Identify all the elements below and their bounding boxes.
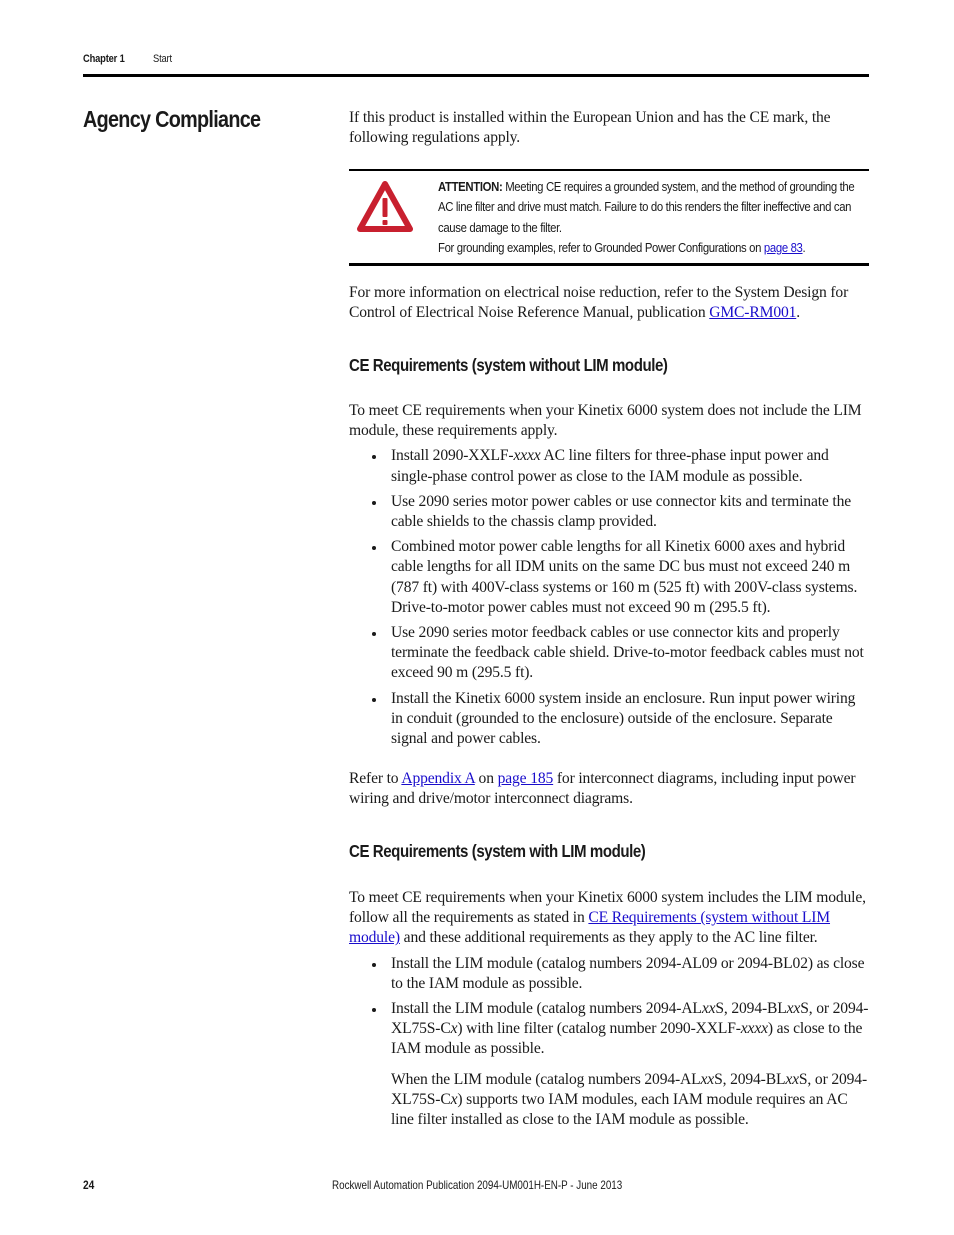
- warning-triangle-icon: [357, 181, 413, 232]
- lim-note-paragraph: When the LIM module (catalog numbers 209…: [391, 1070, 867, 1129]
- list-item: Install 2090-XXLF-xxxx AC line filters f…: [349, 446, 869, 486]
- page-number: 24: [83, 1178, 95, 1192]
- list-item: Use 2090 series motor feedback cables or…: [349, 623, 869, 684]
- section-heading-with-lim: CE Requirements (system with LIM module): [349, 841, 646, 861]
- noise-paragraph: For more information on electrical noise…: [349, 284, 849, 322]
- list-item: Use 2090 series motor power cables or us…: [349, 492, 869, 532]
- list-item: Install the LIM module (catalog numbers …: [349, 954, 869, 994]
- requirements-list-with-lim: Install the LIM module (catalog numbers …: [349, 954, 869, 1060]
- attention-label: ATTENTION:: [438, 179, 503, 194]
- attention-box: ATTENTION: Meeting CE requires a grounde…: [349, 169, 869, 266]
- gmc-rm001-link[interactable]: GMC-RM001: [709, 304, 796, 321]
- publication-info: Rockwell Automation Publication 2094-UM0…: [332, 1178, 623, 1192]
- running-header: Chapter 1 Start: [83, 53, 175, 65]
- appendix-a-link[interactable]: Appendix A: [401, 770, 475, 787]
- section-with-lim-body: To meet CE requirements when your Kineti…: [349, 888, 869, 1130]
- list-item: Combined motor power cable lengths for a…: [349, 537, 869, 618]
- chapter-label: Chapter 1: [83, 53, 125, 65]
- page-185-link[interactable]: page 185: [498, 770, 554, 787]
- header-rule: [83, 74, 869, 77]
- page-83-link[interactable]: page 83: [764, 240, 803, 255]
- requirements-list-without-lim: Install 2090-XXLF-xxxx AC line filters f…: [349, 446, 869, 749]
- refer-paragraph: Refer to Appendix A on page 185 for inte…: [349, 770, 856, 808]
- page-title: Agency Compliance: [83, 106, 261, 132]
- section-label: Start: [152, 53, 172, 65]
- section-without-lim-body: To meet CE requirements when your Kineti…: [349, 401, 869, 810]
- intro-paragraph: If this product is installed within the …: [349, 109, 831, 147]
- list-item: Install the LIM module (catalog numbers …: [349, 999, 869, 1060]
- section-heading-without-lim: CE Requirements (system without LIM modu…: [349, 355, 668, 375]
- attention-text: ATTENTION: Meeting CE requires a grounde…: [438, 179, 855, 256]
- list-item: Install the Kinetix 6000 system inside a…: [349, 689, 869, 750]
